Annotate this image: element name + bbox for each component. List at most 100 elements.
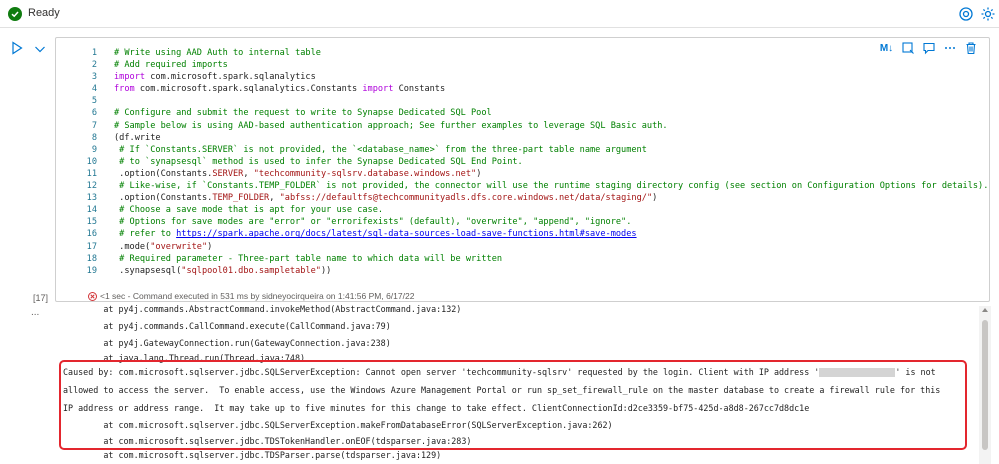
scroll-thumb[interactable] <box>982 320 988 450</box>
line-number: 15 <box>86 217 97 228</box>
code-token: .option(Constants. <box>114 168 213 179</box>
code-text: # Write using AAD Auth to internal table <box>114 47 321 59</box>
code-token: TEMP_FOLDER <box>212 193 270 204</box>
line-number: 13 <box>86 193 97 204</box>
output-text: at py4j.commands.CallCommand.execute(Cal… <box>63 321 391 331</box>
gear-icon[interactable] <box>979 5 997 23</box>
code-token: ) <box>652 193 658 204</box>
code-editor[interactable]: M↓ 1 # Write using AAD Auth to internal t… <box>55 37 990 302</box>
chevron-down-icon[interactable] <box>33 42 47 56</box>
line-number: 2 <box>91 60 97 71</box>
code-token: com.microsoft.spark.sqlanalytics.Constan… <box>134 84 363 95</box>
code-line: 19 .synapsesql("sqlpool01.dbo.sampletabl… <box>56 265 991 277</box>
code-line: 1 # Write using AAD Auth to internal tabl… <box>56 47 991 59</box>
code-line: 17 .mode("overwrite") <box>56 241 991 253</box>
code-token: .synapsesql( <box>114 265 182 276</box>
code-token: "sqlpool01.dbo.sampletable" <box>181 265 321 276</box>
code-token: # If `Constants.SERVER` is not provided,… <box>114 144 647 155</box>
code-token: # refer to <box>114 229 177 240</box>
code-line: 5 <box>56 95 991 107</box>
code-text: .mode("overwrite") <box>114 241 212 253</box>
code-text: .synapsesql("sqlpool01.dbo.sampletable")… <box>114 265 331 277</box>
execution-status-text: <1 sec - Command executed in 531 ms by s… <box>100 291 415 301</box>
code-line: 15 # Options for save modes are "error" … <box>56 216 991 228</box>
code-text: .option(Constants.SERVER, "techcommunity… <box>114 168 481 180</box>
code-token: # Like-wise, if `Constants.TEMP_FOLDER` … <box>114 181 989 192</box>
code-line: 16 # refer to https://spark.apache.org/d… <box>56 228 991 240</box>
code-token: .option(Constants. <box>114 193 213 204</box>
output-text: at com.microsoft.sqlserver.jdbc.TDSParse… <box>63 450 442 460</box>
code-line: 14 # Choose a save mode that is apt for … <box>56 204 991 216</box>
code-token: )) <box>320 265 332 276</box>
code-line: 9 # If `Constants.SERVER` is not provide… <box>56 144 991 156</box>
code-line: 11 .option(Constants.SERVER, "techcommun… <box>56 168 991 180</box>
code-text: from com.microsoft.spark.sqlanalytics.Co… <box>114 83 445 95</box>
code-text: # Sample below is using AAD-based authen… <box>114 120 668 132</box>
execution-status: <1 sec - Command executed in 531 ms by s… <box>88 291 414 301</box>
output-text: at py4j.GatewayConnection.run(GatewayCon… <box>63 338 391 348</box>
line-number: 7 <box>91 120 97 131</box>
code-token: ) <box>207 241 213 252</box>
output-line: at py4j.commands.AbstractCommand.invokeM… <box>63 304 461 314</box>
code-token: import <box>362 84 394 95</box>
output-text: at py4j.commands.AbstractCommand.invokeM… <box>63 304 462 314</box>
line-number: 14 <box>86 205 97 216</box>
code-token: # to `synapsesql` method is used to infe… <box>114 156 523 167</box>
code-token: "abfss://defaultfs@techcommunityadls.dfs… <box>279 193 653 204</box>
check-circle-icon <box>8 7 22 21</box>
output-scrollbar[interactable] <box>979 306 991 464</box>
code-text: (df.write <box>114 132 161 144</box>
code-text: # If `Constants.SERVER` is not provided,… <box>114 144 647 156</box>
code-token: # Configure and submit the request to wr… <box>114 108 492 119</box>
session-icon[interactable] <box>957 5 975 23</box>
error-highlight-box <box>59 360 967 450</box>
line-number: 11 <box>86 168 97 179</box>
code-line: 12 # Like-wise, if `Constants.TEMP_FOLDE… <box>56 180 991 192</box>
code-token: SERVER <box>212 168 244 179</box>
line-number: 5 <box>91 96 97 107</box>
code-text: # Like-wise, if `Constants.TEMP_FOLDER` … <box>114 180 988 192</box>
code-line: 3 import com.microsoft.spark.sqlanalytics <box>56 71 991 83</box>
code-token: ) <box>476 168 482 179</box>
code-text: # Configure and submit the request to wr… <box>114 107 492 119</box>
code-lines: 1 # Write using AAD Auth to internal tabl… <box>56 47 991 277</box>
line-number: 9 <box>91 144 97 155</box>
code-text: .option(Constants.TEMP_FOLDER, "abfss://… <box>114 192 657 204</box>
code-token: # Options for save modes are "error" or … <box>114 217 632 228</box>
code-token: # Choose a save mode that is apt for you… <box>114 205 384 216</box>
code-token: # Write using AAD Auth to internal table <box>114 48 321 58</box>
line-number: 4 <box>91 84 97 95</box>
line-number: 8 <box>91 132 97 143</box>
line-number: 10 <box>86 156 97 167</box>
code-text: # Options for save modes are "error" or … <box>114 216 631 228</box>
code-token: , <box>243 168 254 179</box>
code-line: 6 # Configure and submit the request to w… <box>56 107 991 119</box>
output-line: at com.microsoft.sqlserver.jdbc.TDSParse… <box>63 450 441 460</box>
code-line: 7 # Sample below is using AAD-based authe… <box>56 120 991 132</box>
output-line: at py4j.commands.CallCommand.execute(Cal… <box>63 321 391 331</box>
code-token: (df.write <box>114 132 161 143</box>
code-text: # Required parameter - Three-part table … <box>114 253 502 265</box>
line-number: 3 <box>91 72 97 83</box>
run-cell-icon[interactable] <box>10 41 24 55</box>
code-token: "techcommunity-sqlsrv.database.windows.n… <box>253 168 477 179</box>
line-number: 18 <box>86 253 97 264</box>
code-line: 4 from com.microsoft.spark.sqlanalytics.C… <box>56 83 991 95</box>
line-number: 19 <box>86 265 97 276</box>
line-number: 17 <box>86 241 97 252</box>
line-number: 6 <box>91 108 97 119</box>
output-more-button[interactable]: ... <box>31 307 39 318</box>
error-icon <box>88 291 97 301</box>
code-text: # to `synapsesql` method is used to infe… <box>114 156 523 168</box>
output-line: at py4j.GatewayConnection.run(GatewayCon… <box>63 338 391 348</box>
code-text: # Add required imports <box>114 59 228 71</box>
line-number: 12 <box>86 181 97 192</box>
code-text: import com.microsoft.spark.sqlanalytics <box>114 71 316 83</box>
code-line: 13 .option(Constants.TEMP_FOLDER, "abfss… <box>56 192 991 204</box>
status-text: Ready <box>28 7 60 19</box>
code-token: import <box>114 72 146 83</box>
code-token: # Sample below is using AAD-based authen… <box>114 120 668 131</box>
scroll-up-arrow-icon[interactable] <box>982 308 988 312</box>
code-link[interactable]: https://spark.apache.org/docs/latest/sql… <box>176 229 636 239</box>
code-token: # Required parameter - Three-part table … <box>114 253 503 264</box>
